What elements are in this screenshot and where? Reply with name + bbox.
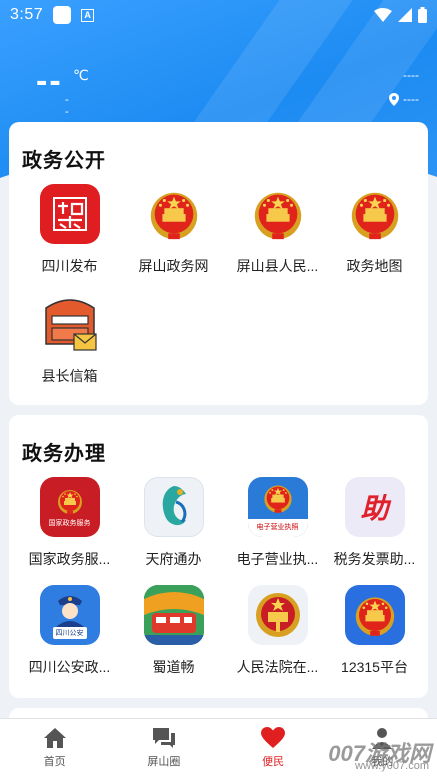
app-people-court-online[interactable]: 人民法院在... bbox=[225, 585, 330, 677]
tab-home[interactable]: 首页 bbox=[0, 719, 109, 776]
app-label: 政务地图 bbox=[346, 258, 403, 274]
app-label: 税务发票助... bbox=[333, 551, 416, 567]
status-bar: 3:57 A bbox=[0, 0, 437, 30]
e-business-license-icon: 电子营业执照 bbox=[247, 477, 308, 537]
battery-icon bbox=[418, 7, 427, 23]
shudao-chang-icon bbox=[143, 585, 204, 645]
accessibility-icon: A bbox=[81, 8, 95, 22]
app-label: 四川发布 bbox=[41, 258, 98, 274]
icon-badge: 助 bbox=[360, 492, 389, 525]
app-pingshan-gov-site[interactable]: 屏山政务网 bbox=[121, 184, 226, 276]
icon-badge: 国家政务服务 bbox=[48, 520, 91, 527]
app-label: 县长信箱 bbox=[41, 368, 98, 384]
icon-badge: 电子营业执照 bbox=[247, 519, 308, 537]
national-gov-service-icon: 国家政务服务 bbox=[39, 477, 100, 537]
tax-invoice-icon: 助 bbox=[344, 477, 405, 537]
tab-label: 屏山圈 bbox=[147, 756, 181, 768]
sichuan-publish-icon bbox=[39, 184, 100, 244]
court-emblem-icon bbox=[247, 585, 308, 645]
section-title-gov-affairs: 政务办理 bbox=[22, 443, 106, 465]
app-label: 人民法院在... bbox=[236, 659, 319, 675]
national-emblem-icon bbox=[248, 184, 308, 244]
app-label: 12315平台 bbox=[341, 659, 408, 675]
tianfu-tongban-icon bbox=[143, 477, 204, 537]
app-label: 屏山县人民... bbox=[236, 258, 319, 274]
gov-public-card: 政务公开 四川发布 屏山政务网 屏山县人民... 政务地图 县长信箱 bbox=[9, 122, 428, 405]
status-time: 3:57 bbox=[10, 6, 44, 23]
location-info: ---- bbox=[403, 68, 419, 82]
location-pin-icon bbox=[389, 92, 400, 106]
app-tianfu-tongban[interactable]: 天府通办 bbox=[121, 477, 226, 569]
home-icon bbox=[43, 728, 66, 748]
app-label: 电子营业执... bbox=[236, 551, 319, 567]
mailbox-icon bbox=[40, 294, 100, 354]
notification-icon bbox=[53, 6, 72, 24]
app-national-gov-service[interactable]: 国家政务服务 国家政务服... bbox=[17, 477, 122, 569]
app-label: 天府通办 bbox=[145, 551, 202, 567]
tab-label: 便民 bbox=[262, 756, 285, 768]
location-name: ---- bbox=[403, 92, 419, 106]
national-emblem-icon bbox=[345, 184, 405, 244]
app-county-mailbox[interactable]: 县长信箱 bbox=[17, 294, 122, 386]
location-widget[interactable]: ---- ---- bbox=[389, 68, 419, 106]
heart-icon bbox=[261, 727, 286, 748]
section-title-gov-public: 政务公开 bbox=[22, 150, 106, 172]
app-tax-invoice-helper[interactable]: 助 税务发票助... bbox=[322, 477, 427, 569]
app-12315-platform[interactable]: 12315平台 bbox=[322, 585, 427, 677]
icon-badge: 四川公安 bbox=[52, 627, 87, 639]
app-pingshan-county-gov[interactable]: 屏山县人民... bbox=[225, 184, 330, 276]
signal-icon bbox=[398, 8, 412, 22]
app-sichuan-publish[interactable]: 四川发布 bbox=[17, 184, 122, 276]
temperature: -- bbox=[36, 62, 63, 100]
app-gov-map[interactable]: 政务地图 bbox=[322, 184, 427, 276]
app-label: 国家政务服... bbox=[28, 551, 111, 567]
weather-widget[interactable]: -- ℃ ---- bbox=[36, 62, 89, 142]
gov-affairs-card: 政务办理 国家政务服务 国家政务服... 天府通办 电子营业执照 电子营业执..… bbox=[9, 415, 428, 698]
app-label: 屏山政务网 bbox=[138, 258, 209, 274]
app-label: 蜀道畅 bbox=[152, 659, 195, 675]
temperature-unit: ℃ bbox=[73, 67, 89, 83]
wifi-icon bbox=[374, 8, 392, 22]
tab-convenience[interactable]: 便民 bbox=[219, 719, 328, 776]
tab-pingshan-circle[interactable]: 屏山圈 bbox=[109, 719, 218, 776]
app-e-business-license[interactable]: 电子营业执照 电子营业执... bbox=[225, 477, 330, 569]
chat-icon bbox=[152, 728, 175, 748]
national-emblem-icon bbox=[344, 585, 405, 645]
national-emblem-icon bbox=[144, 184, 204, 244]
sichuan-police-icon: 四川公安 bbox=[39, 585, 100, 645]
watermark-url: www.y007.com bbox=[355, 760, 429, 772]
app-label: 四川公安政... bbox=[28, 659, 111, 675]
tab-label: 首页 bbox=[43, 756, 66, 768]
app-shudao-chang[interactable]: 蜀道畅 bbox=[121, 585, 226, 677]
app-sichuan-police[interactable]: 四川公安 四川公安政... bbox=[17, 585, 122, 677]
